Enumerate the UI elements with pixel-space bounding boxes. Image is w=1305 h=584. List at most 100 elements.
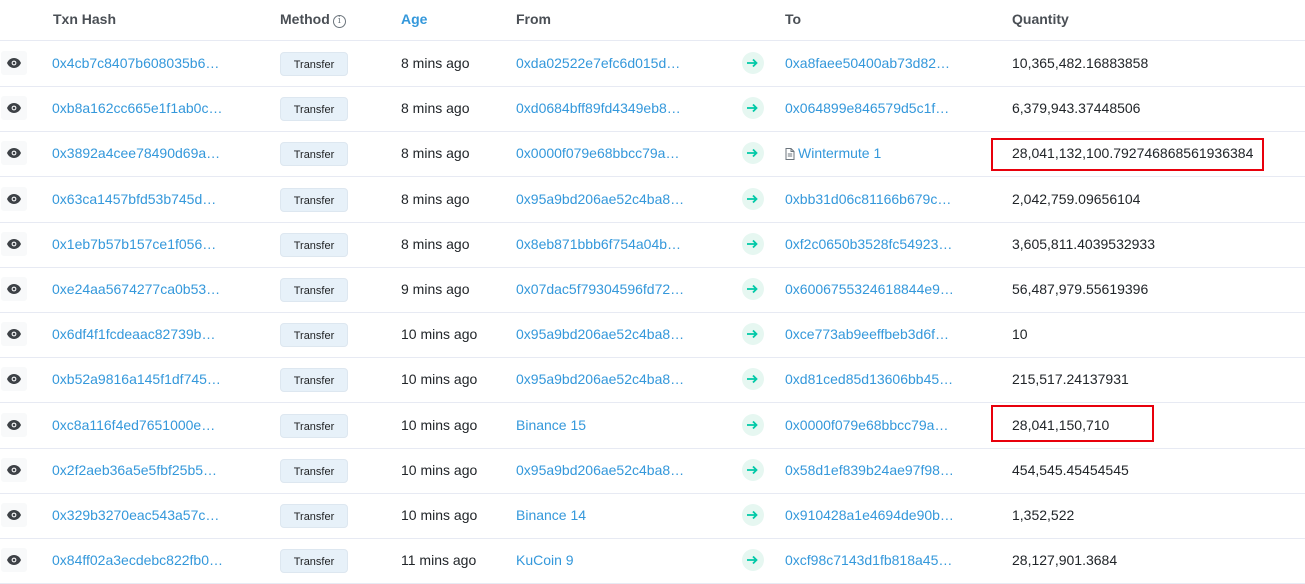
quantity-value: 56,487,979.55619396 — [1012, 281, 1149, 297]
age-text: 10 mins ago — [401, 462, 478, 478]
arrow-right-icon — [742, 188, 764, 210]
header-txn-hash: Txn Hash — [53, 11, 117, 27]
to-address-link[interactable]: 0xa8faee50400ab73d82… — [785, 55, 950, 71]
to-address-link[interactable]: 0x064899e846579d5c1f… — [785, 100, 949, 116]
eye-icon[interactable] — [1, 232, 27, 256]
highlight-box-quantity-row-9 — [991, 405, 1154, 442]
quantity-value: 215,517.24137931 — [1012, 371, 1129, 387]
from-address-link[interactable]: 0x95a9bd206ae52c4ba8… — [516, 371, 684, 387]
from-address-link[interactable]: 0x0000f079e68bbcc79a… — [516, 145, 679, 161]
txn-hash-link[interactable]: 0x4cb7c8407b608035b6… — [52, 55, 219, 71]
to-address-link[interactable]: 0xbb31d06c81166b679c… — [785, 191, 951, 207]
age-text: 8 mins ago — [401, 191, 470, 207]
to-address-text: Wintermute 1 — [798, 145, 882, 161]
txn-hash-link[interactable]: 0x6df4f1fcdeaac82739b… — [52, 326, 215, 342]
age-text: 9 mins ago — [401, 281, 470, 297]
to-address-link[interactable]: 0xf2c0650b3528fc54923… — [785, 236, 952, 252]
eye-icon[interactable] — [1, 51, 27, 75]
arrow-right-icon — [742, 323, 764, 345]
to-address-text: 0xbb31d06c81166b679c… — [785, 191, 952, 207]
method-badge: Transfer — [280, 323, 348, 347]
age-text: 10 mins ago — [401, 326, 478, 342]
to-address-text: 0xf2c0650b3528fc54923… — [785, 236, 953, 252]
from-address-link[interactable]: 0x07dac5f79304596fd72… — [516, 281, 684, 297]
txn-hash-link[interactable]: 0xc8a116f4ed7651000e… — [52, 417, 215, 433]
table-row: 0x4cb7c8407b608035b6… Transfer 8 mins ago 0… — [0, 41, 1305, 87]
quantity-value: 454,545.45454545 — [1012, 462, 1129, 478]
txn-hash-link[interactable]: 0xb8a162cc665e1f1ab0c… — [52, 100, 222, 116]
eye-icon[interactable] — [1, 187, 27, 211]
table-row: 0x1eb7b57b157ce1f056… Transfer 8 mins ago 0… — [0, 222, 1305, 268]
txn-hash-link[interactable]: 0x3892a4cee78490d69a… — [52, 145, 220, 161]
txn-hash-link[interactable]: 0x2f2aeb36a5e5fbf25b5… — [52, 462, 217, 478]
to-address-text: 0x0000f079e68bbcc79a… — [785, 417, 949, 433]
txn-hash-link[interactable]: 0x1eb7b57b157ce1f056… — [52, 236, 216, 252]
table-row: 0x329b3270eac543a57c… Transfer 10 mins ago… — [0, 493, 1305, 539]
eye-icon[interactable] — [1, 503, 27, 527]
from-address-link[interactable]: Binance 14 — [516, 507, 586, 523]
arrow-right-icon — [742, 233, 764, 255]
age-text: 8 mins ago — [401, 145, 470, 161]
to-address-link[interactable]: 0x6006755324618844e9… — [785, 281, 954, 297]
arrow-right-icon — [742, 414, 764, 436]
to-address-link[interactable]: 0xcf98c7143d1fb818a45… — [785, 552, 952, 568]
from-address-link[interactable]: 0x95a9bd206ae52c4ba8… — [516, 326, 684, 342]
to-address-link[interactable]: 0xd81ced85d13606bb45… — [785, 371, 953, 387]
txn-hash-link[interactable]: 0xe24aa5674277ca0b53… — [52, 281, 220, 297]
table-row: 0xb8a162cc665e1f1ab0c… Transfer 8 mins ago… — [0, 86, 1305, 132]
from-address-link[interactable]: 0x95a9bd206ae52c4ba8… — [516, 191, 684, 207]
to-address-text: 0xa8faee50400ab73d82… — [785, 55, 951, 71]
method-badge: Transfer — [280, 52, 348, 76]
to-address-link[interactable]: 0xce773ab9eeffbeb3d6f… — [785, 326, 949, 342]
to-address-link[interactable]: 0x58d1ef839b24ae97f98… — [785, 462, 954, 478]
txn-hash-link[interactable]: 0x329b3270eac543a57c… — [52, 507, 219, 523]
from-address-link[interactable]: 0x8eb871bbb6f754a04b… — [516, 236, 681, 252]
quantity-value: 28,127,901.3684 — [1012, 552, 1118, 568]
txn-hash-link[interactable]: 0x84ff02a3ecdebc822fb0… — [52, 552, 223, 568]
to-address-link[interactable]: 0x0000f079e68bbcc79a… — [785, 417, 948, 433]
eye-icon[interactable] — [1, 322, 27, 346]
from-address-link[interactable]: 0xd0684bff89fd4349eb8… — [516, 100, 681, 116]
file-icon — [785, 147, 795, 163]
arrow-right-icon — [742, 368, 764, 390]
txn-hash-link[interactable]: 0xb52a9816a145f1df745… — [52, 371, 221, 387]
quantity-value: 1,352,522 — [1012, 507, 1075, 523]
to-address-link[interactable]: 0x910428a1e4694de90b… — [785, 507, 954, 523]
to-address-text: 0xd81ced85d13606bb45… — [785, 371, 954, 387]
from-address-link[interactable]: Binance 15 — [516, 417, 586, 433]
method-badge: Transfer — [280, 549, 348, 573]
eye-icon[interactable] — [1, 367, 27, 391]
txn-hash-link[interactable]: 0x63ca1457bfd53b745d… — [52, 191, 216, 207]
eye-icon[interactable] — [1, 413, 27, 437]
from-address-link[interactable]: KuCoin 9 — [516, 552, 574, 568]
to-address-link[interactable]: Wintermute 1 — [785, 145, 881, 163]
method-badge: Transfer — [280, 414, 348, 438]
to-address-text: 0xcf98c7143d1fb818a45… — [785, 552, 953, 568]
method-badge: Transfer — [280, 459, 348, 483]
arrow-right-icon — [742, 549, 764, 571]
to-address-text: 0xce773ab9eeffbeb3d6f… — [785, 326, 949, 342]
arrow-right-icon — [742, 52, 764, 74]
from-address-link[interactable]: 0xda02522e7efc6d015d… — [516, 55, 680, 71]
arrow-right-icon — [742, 278, 764, 300]
from-address-link[interactable]: 0x95a9bd206ae52c4ba8… — [516, 462, 684, 478]
eye-icon[interactable] — [1, 458, 27, 482]
eye-icon[interactable] — [1, 141, 27, 165]
method-badge: Transfer — [280, 278, 348, 302]
age-text: 8 mins ago — [401, 100, 470, 116]
table-row: 0x63ca1457bfd53b745d… Transfer 8 mins ago 0… — [0, 177, 1305, 223]
to-address-text: 0x910428a1e4694de90b… — [785, 507, 954, 523]
table-row: 0xe24aa5674277ca0b53… Transfer 9 mins ago 0… — [0, 267, 1305, 313]
quantity-value: 2,042,759.09656104 — [1012, 191, 1141, 207]
age-text: 10 mins ago — [401, 371, 478, 387]
age-text: 8 mins ago — [401, 236, 470, 252]
to-address-text: 0x6006755324618844e9… — [785, 281, 954, 297]
age-text: 10 mins ago — [401, 417, 478, 433]
eye-icon[interactable] — [1, 96, 27, 120]
eye-icon[interactable] — [1, 548, 27, 572]
eye-icon[interactable] — [1, 277, 27, 301]
age-text: 8 mins ago — [401, 55, 470, 71]
header-age-toggle[interactable]: Age — [401, 11, 427, 27]
info-icon[interactable]: i — [332, 15, 346, 28]
age-text: 11 mins ago — [401, 552, 477, 568]
